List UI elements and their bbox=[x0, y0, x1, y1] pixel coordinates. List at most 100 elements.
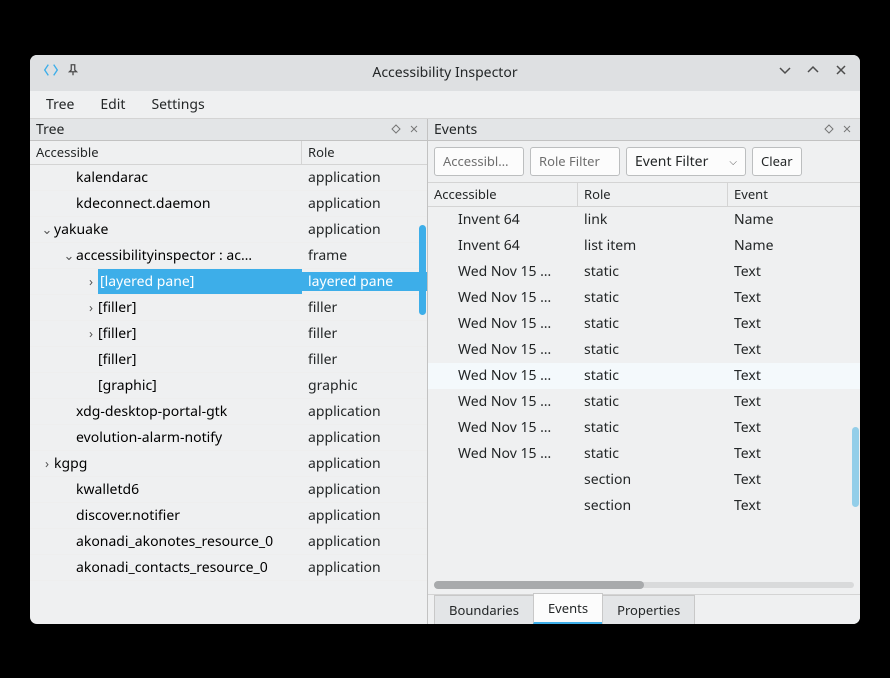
tree-item-label: [layered pane] bbox=[98, 269, 302, 294]
event-row[interactable]: Wed Nov 15 …staticText bbox=[428, 363, 860, 389]
tree-row[interactable]: evolution-alarm-notifyapplication bbox=[30, 425, 427, 451]
tree-item-role: application bbox=[302, 220, 427, 239]
tab-properties[interactable]: Properties bbox=[602, 595, 695, 624]
float-icon[interactable] bbox=[822, 122, 836, 136]
event-type: Text bbox=[728, 366, 860, 385]
pin-icon[interactable] bbox=[66, 63, 80, 82]
chevron-right-icon[interactable]: › bbox=[84, 298, 98, 316]
close-pane-icon[interactable] bbox=[407, 122, 421, 136]
event-accessible: Wed Nov 15 … bbox=[428, 392, 578, 411]
event-row[interactable]: sectionText bbox=[428, 467, 860, 493]
event-row[interactable]: Wed Nov 15 …staticText bbox=[428, 311, 860, 337]
events-column-role[interactable]: Role bbox=[578, 183, 728, 206]
tree-item-label: [filler] bbox=[98, 350, 302, 369]
menu-settings[interactable]: Settings bbox=[143, 91, 212, 118]
close-button[interactable] bbox=[834, 63, 848, 82]
tab-events[interactable]: Events bbox=[533, 593, 603, 624]
tree-item-role: application bbox=[302, 168, 427, 187]
event-row[interactable]: Wed Nov 15 …staticText bbox=[428, 389, 860, 415]
maximize-button[interactable] bbox=[806, 63, 820, 82]
event-accessible: Wed Nov 15 … bbox=[428, 444, 578, 463]
tree-item-role: application bbox=[302, 480, 427, 499]
scrollbar-vertical[interactable] bbox=[417, 165, 427, 624]
menu-tree[interactable]: Tree bbox=[38, 91, 82, 118]
chevron-down-icon: ⌵ bbox=[729, 154, 737, 168]
tree-item-role: graphic bbox=[302, 376, 427, 395]
tree-view[interactable]: kalendaracapplicationkdeconnect.daemonap… bbox=[30, 165, 427, 624]
tree-item-label: akonadi_akonotes_resource_0 bbox=[76, 532, 302, 551]
event-filter-dropdown[interactable]: Event Filter ⌵ bbox=[626, 147, 746, 176]
event-row[interactable]: Invent 64list itemName bbox=[428, 233, 860, 259]
event-row[interactable]: Wed Nov 15 …staticText bbox=[428, 259, 860, 285]
chevron-right-icon[interactable]: › bbox=[40, 454, 54, 472]
events-table[interactable]: Invent 64linkNameInvent 64list itemNameW… bbox=[428, 207, 860, 578]
tree-item-label: xdg-desktop-portal-gtk bbox=[76, 402, 302, 421]
column-accessible[interactable]: Accessible bbox=[30, 141, 302, 164]
scrollbar-vertical[interactable] bbox=[850, 207, 860, 578]
tree-row[interactable]: ›[filler]filler bbox=[30, 321, 427, 347]
event-role: static bbox=[578, 262, 728, 281]
accessible-filter-input[interactable]: Accessibl… bbox=[434, 147, 524, 176]
event-accessible: Wed Nov 15 … bbox=[428, 340, 578, 359]
tree-item-label: kdeconnect.daemon bbox=[76, 194, 302, 213]
titlebar[interactable]: Accessibility Inspector bbox=[30, 55, 860, 91]
close-pane-icon[interactable] bbox=[840, 122, 854, 136]
tree-pane: Tree Accessible Role kalendaracapplicati… bbox=[30, 119, 428, 624]
chevron-right-icon[interactable]: › bbox=[84, 272, 98, 290]
bottom-tabs: Boundaries Events Properties bbox=[428, 594, 860, 624]
scrollbar-horizontal[interactable] bbox=[434, 580, 854, 590]
tree-row[interactable]: ›[filler]filler bbox=[30, 295, 427, 321]
tree-row[interactable]: kdeconnect.daemonapplication bbox=[30, 191, 427, 217]
events-pane: Events Accessibl… Role Filter Event Filt… bbox=[428, 119, 860, 624]
tree-row[interactable]: ›[layered pane]layered pane bbox=[30, 269, 427, 295]
window-title: Accessibility Inspector bbox=[102, 63, 788, 82]
event-role: static bbox=[578, 444, 728, 463]
event-type: Text bbox=[728, 470, 860, 489]
tree-row[interactable]: ⌄yakuakeapplication bbox=[30, 217, 427, 243]
tree-row[interactable]: akonadi_contacts_resource_0application bbox=[30, 555, 427, 581]
event-row[interactable]: sectionText bbox=[428, 493, 860, 519]
event-row[interactable]: Wed Nov 15 …staticText bbox=[428, 441, 860, 467]
tree-row[interactable]: [graphic]graphic bbox=[30, 373, 427, 399]
tree-row[interactable]: xdg-desktop-portal-gtkapplication bbox=[30, 399, 427, 425]
float-icon[interactable] bbox=[389, 122, 403, 136]
menubar: Tree Edit Settings bbox=[30, 91, 860, 119]
menu-edit[interactable]: Edit bbox=[92, 91, 133, 118]
event-type: Text bbox=[728, 418, 860, 437]
tree-item-role: filler bbox=[302, 298, 427, 317]
tree-row[interactable]: kalendaracapplication bbox=[30, 165, 427, 191]
tree-row[interactable]: [filler]filler bbox=[30, 347, 427, 373]
tree-item-role: filler bbox=[302, 350, 427, 369]
tree-row[interactable]: ›kgpgapplication bbox=[30, 451, 427, 477]
tree-row[interactable]: kwalletd6application bbox=[30, 477, 427, 503]
event-type: Text bbox=[728, 444, 860, 463]
event-row[interactable]: Wed Nov 15 …staticText bbox=[428, 415, 860, 441]
minimize-button[interactable] bbox=[778, 63, 792, 82]
tree-row[interactable]: ⌄accessibilityinspector : ac…frame bbox=[30, 243, 427, 269]
tree-row[interactable]: discover.notifierapplication bbox=[30, 503, 427, 529]
event-accessible: Wed Nov 15 … bbox=[428, 288, 578, 307]
event-row[interactable]: Wed Nov 15 …staticText bbox=[428, 337, 860, 363]
events-column-accessible[interactable]: Accessible bbox=[428, 183, 578, 206]
column-role[interactable]: Role bbox=[302, 141, 427, 164]
chevron-right-icon[interactable]: › bbox=[84, 324, 98, 342]
tree-item-label: accessibilityinspector : ac… bbox=[76, 246, 302, 265]
clear-button[interactable]: Clear bbox=[752, 147, 802, 176]
chevron-down-icon[interactable]: ⌄ bbox=[40, 220, 54, 238]
event-role: link bbox=[578, 210, 728, 229]
chevron-down-icon[interactable]: ⌄ bbox=[62, 246, 76, 264]
events-column-event[interactable]: Event bbox=[728, 183, 860, 206]
event-type: Text bbox=[728, 314, 860, 333]
event-row[interactable]: Invent 64linkName bbox=[428, 207, 860, 233]
event-row[interactable]: Wed Nov 15 …staticText bbox=[428, 285, 860, 311]
event-accessible: Invent 64 bbox=[428, 236, 578, 255]
tab-boundaries[interactable]: Boundaries bbox=[434, 595, 534, 624]
tree-item-label: yakuake bbox=[54, 220, 302, 239]
event-accessible: Wed Nov 15 … bbox=[428, 314, 578, 333]
event-role: list item bbox=[578, 236, 728, 255]
event-type: Name bbox=[728, 210, 860, 229]
tree-row[interactable]: akonadi_akonotes_resource_0application bbox=[30, 529, 427, 555]
role-filter-input[interactable]: Role Filter bbox=[530, 147, 620, 176]
event-role: static bbox=[578, 314, 728, 333]
event-accessible: Wed Nov 15 … bbox=[428, 418, 578, 437]
